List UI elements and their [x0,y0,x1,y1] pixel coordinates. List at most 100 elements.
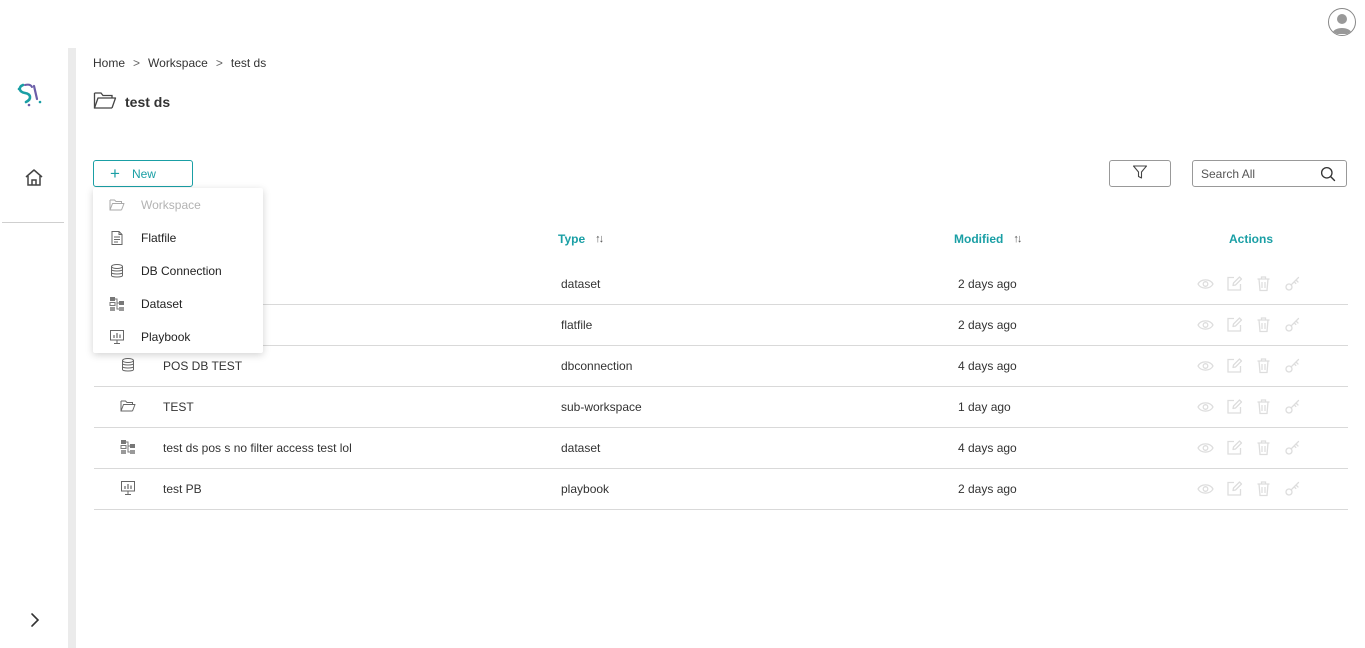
delete-icon[interactable] [1255,480,1272,497]
row-actions [1197,316,1301,333]
delete-icon[interactable] [1255,275,1272,292]
chevron-right-icon[interactable] [26,610,44,630]
edit-icon[interactable] [1226,439,1243,456]
sort-icon[interactable]: ↑↓ [595,233,604,245]
column-header-type[interactable]: Type ↑↓ [558,232,604,246]
edit-icon[interactable] [1226,480,1243,497]
new-button-label: New [131,166,156,181]
breadcrumb-workspace[interactable]: Workspace [148,56,208,70]
key-icon[interactable] [1284,439,1301,456]
table-row[interactable]: test ds pos s no filter access test lol … [94,428,1348,469]
plus-icon: + [110,164,120,183]
table-row[interactable]: test PB playbook 2 days ago [94,469,1348,510]
table-row[interactable]: POS DB TEST dbconnection 4 days ago [94,346,1348,387]
breadcrumb: Home > Workspace > test ds [93,56,266,70]
view-icon[interactable] [1197,275,1214,292]
sort-icon[interactable]: ↑↓ [1013,233,1022,245]
folder-open-icon [93,90,117,113]
user-avatar-icon[interactable] [1328,8,1356,36]
new-menu-item-label: Workspace [141,197,201,212]
search-input[interactable] [1201,166,1311,181]
delete-icon[interactable] [1255,316,1272,333]
column-header-actions: Actions [1229,232,1273,246]
view-icon[interactable] [1197,480,1214,497]
home-icon[interactable] [22,166,46,190]
row-type: dbconnection [561,359,633,373]
new-menu-item-dataset[interactable]: Dataset [93,287,263,320]
new-menu-item-playbook[interactable]: Playbook [93,320,263,353]
row-modified: 4 days ago [958,441,1017,455]
database-icon [109,263,125,279]
breadcrumb-separator: > [215,56,223,70]
breadcrumb-separator: > [133,56,141,70]
filter-button[interactable] [1109,160,1171,187]
new-menu-item-workspace: Workspace [93,188,263,221]
column-actions-label: Actions [1229,232,1274,246]
row-name[interactable]: POS DB TEST [163,359,242,373]
new-menu-item-flatfile[interactable]: Flatfile [93,221,263,254]
search-icon[interactable] [1320,166,1336,185]
row-name[interactable]: test PB [163,482,202,496]
row-modified: 4 days ago [958,359,1017,373]
row-type: flatfile [561,318,593,332]
row-type: dataset [561,277,601,291]
key-icon[interactable] [1284,480,1301,497]
view-icon[interactable] [1197,398,1214,415]
new-menu-item-label: Flatfile [141,230,177,245]
edit-icon[interactable] [1226,316,1243,333]
row-modified: 2 days ago [958,318,1017,332]
key-icon[interactable] [1284,275,1301,292]
presentation-chart-icon [120,480,136,496]
dataset-icon [109,296,125,312]
presentation-chart-icon [109,329,125,345]
view-icon[interactable] [1197,439,1214,456]
row-name[interactable]: TEST [163,400,194,414]
filter-icon [1132,164,1148,183]
row-actions [1197,439,1301,456]
table-row[interactable]: flatfile 2 days ago [94,305,1348,346]
row-type: dataset [561,441,601,455]
sidebar-divider [2,222,64,223]
edit-icon[interactable] [1226,275,1243,292]
row-actions [1197,275,1301,292]
new-menu-item-label: DB Connection [141,263,222,278]
column-header-modified[interactable]: Modified ↑↓ [954,232,1022,246]
key-icon[interactable] [1284,398,1301,415]
new-menu-item-label: Dataset [141,296,183,311]
database-icon [120,357,136,373]
row-name[interactable]: test ds pos s no filter access test lol [163,441,352,455]
items-table: Type ↑↓ Modified ↑↓ Actions dataset 2 da… [94,222,1348,510]
row-modified: 1 day ago [958,400,1011,414]
row-modified: 2 days ago [958,277,1017,291]
page-title: test ds [93,90,170,113]
row-actions [1197,398,1301,415]
sidebar-border [68,48,76,648]
delete-icon[interactable] [1255,398,1272,415]
edit-icon[interactable] [1226,357,1243,374]
page-title-text: test ds [125,93,171,110]
row-actions [1197,480,1301,497]
key-icon[interactable] [1284,316,1301,333]
breadcrumb-current: test ds [230,56,267,70]
dataset-icon [120,439,136,455]
column-modified-label: Modified [954,232,1004,246]
edit-icon[interactable] [1226,398,1243,415]
row-type: playbook [561,482,610,496]
search-box [1192,160,1347,187]
view-icon[interactable] [1197,357,1214,374]
app-logo-icon [14,78,46,110]
folder-open-icon [109,197,125,213]
delete-icon[interactable] [1255,357,1272,374]
row-actions [1197,357,1301,374]
folder-open-icon [120,398,136,414]
new-button[interactable]: + New [93,160,193,187]
new-menu-item-db-connection[interactable]: DB Connection [93,254,263,287]
delete-icon[interactable] [1255,439,1272,456]
breadcrumb-home[interactable]: Home [93,56,125,70]
table-row[interactable]: dataset 2 days ago [94,264,1348,305]
view-icon[interactable] [1197,316,1214,333]
sidebar [0,0,68,648]
table-row[interactable]: TEST sub-workspace 1 day ago [94,387,1348,428]
row-modified: 2 days ago [958,482,1017,496]
key-icon[interactable] [1284,357,1301,374]
